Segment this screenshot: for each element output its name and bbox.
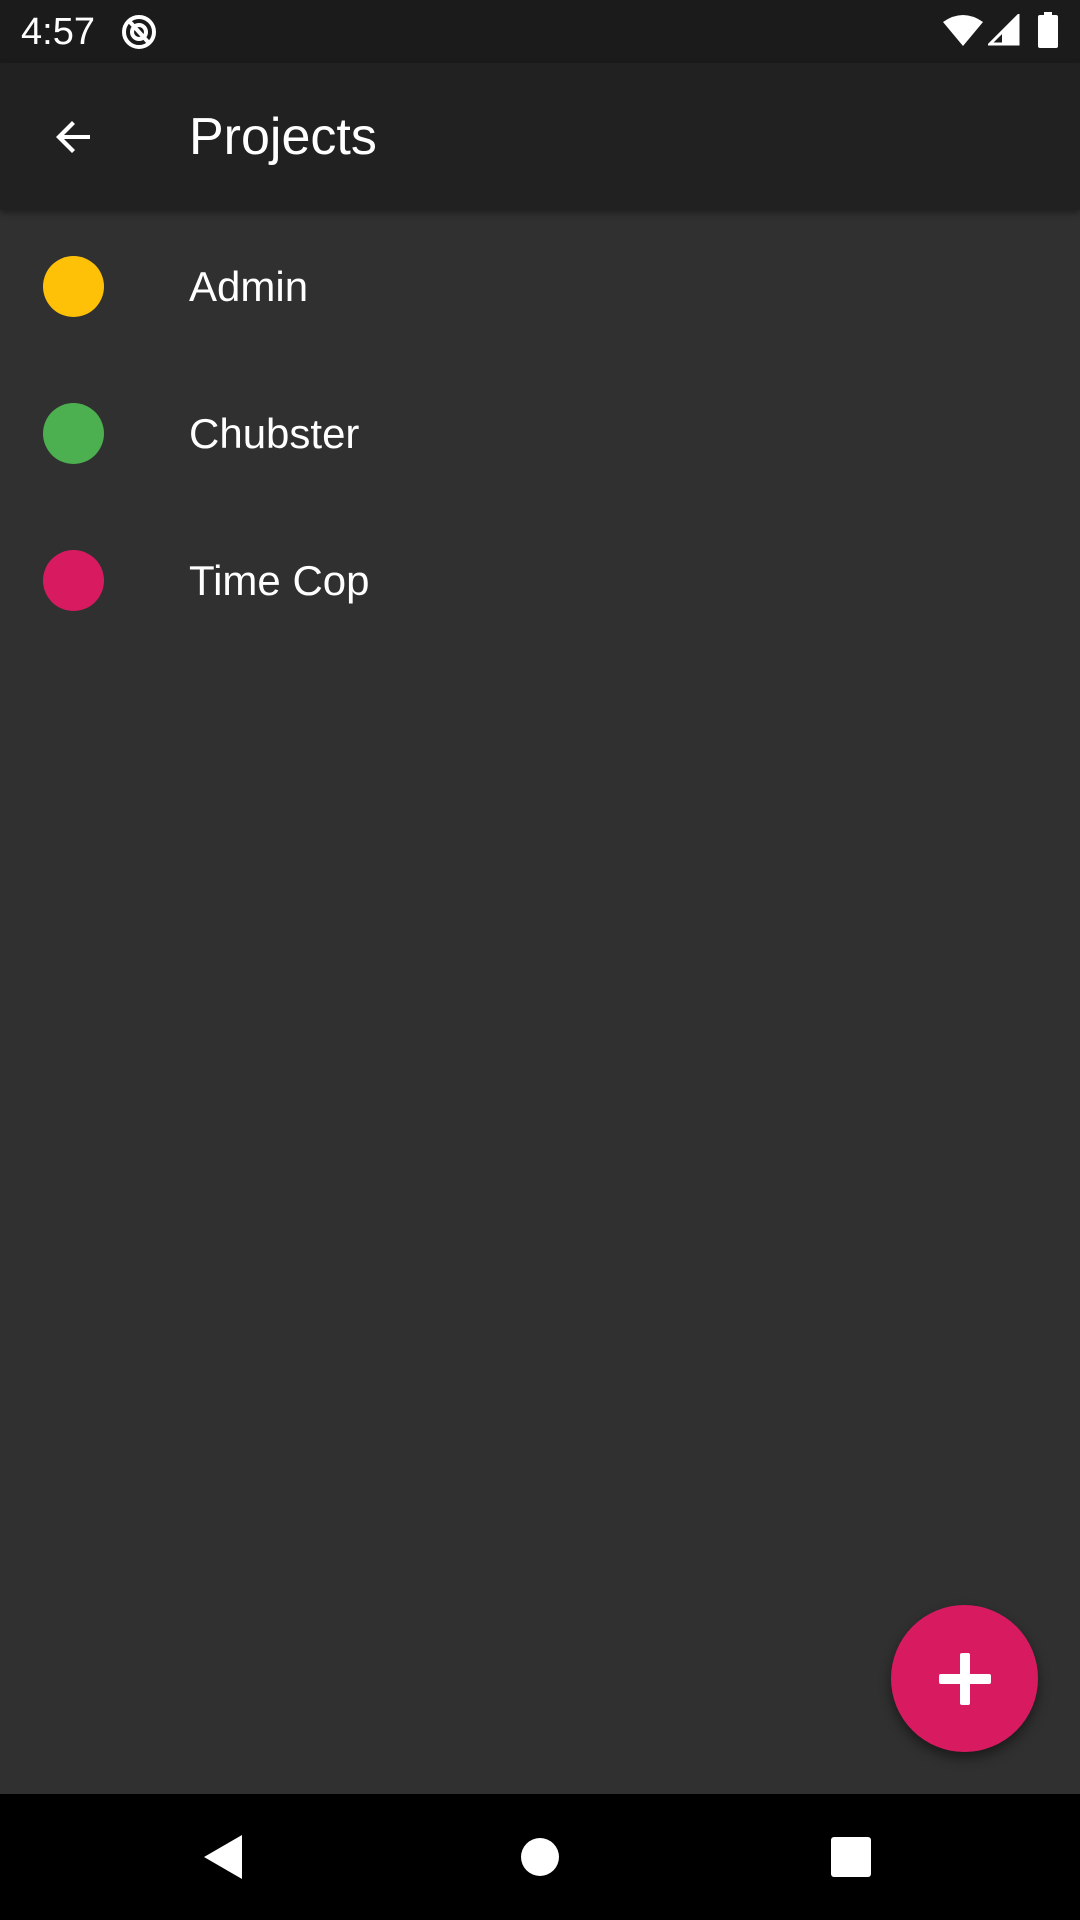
nav-home-icon xyxy=(521,1838,559,1876)
nav-recents-button[interactable] xyxy=(818,1824,884,1890)
project-color-dot xyxy=(43,403,104,464)
project-name: Chubster xyxy=(189,410,360,457)
back-button[interactable] xyxy=(30,93,118,181)
page-title: Projects xyxy=(189,108,377,166)
project-name: Time Cop xyxy=(189,557,370,604)
app-notification-icon xyxy=(120,13,158,51)
projects-screen: 4:57 Projects Admin Chubster Time Cop xyxy=(0,0,1080,1920)
nav-back-button[interactable] xyxy=(191,1824,257,1890)
project-color-dot xyxy=(43,256,104,317)
nav-recents-icon xyxy=(831,1837,871,1877)
battery-icon xyxy=(1038,12,1058,48)
plus-icon xyxy=(938,1652,991,1705)
list-item[interactable]: Time Cop xyxy=(0,507,1080,654)
list-item[interactable]: Chubster xyxy=(0,360,1080,507)
list-item[interactable]: Admin xyxy=(0,213,1080,360)
wifi-icon xyxy=(943,14,983,46)
project-color-dot xyxy=(43,550,104,611)
arrow-back-icon xyxy=(56,121,90,153)
add-project-button[interactable] xyxy=(891,1605,1038,1752)
status-bar: 4:57 xyxy=(0,0,1080,63)
project-list: Admin Chubster Time Cop xyxy=(0,213,1080,654)
app-bar: Projects xyxy=(0,63,1080,210)
cell-signal-icon xyxy=(986,12,1020,46)
nav-home-button[interactable] xyxy=(507,1824,573,1890)
project-name: Admin xyxy=(189,263,309,310)
system-nav-bar xyxy=(0,1794,1080,1920)
nav-back-icon xyxy=(204,1835,242,1879)
status-time: 4:57 xyxy=(21,11,95,53)
